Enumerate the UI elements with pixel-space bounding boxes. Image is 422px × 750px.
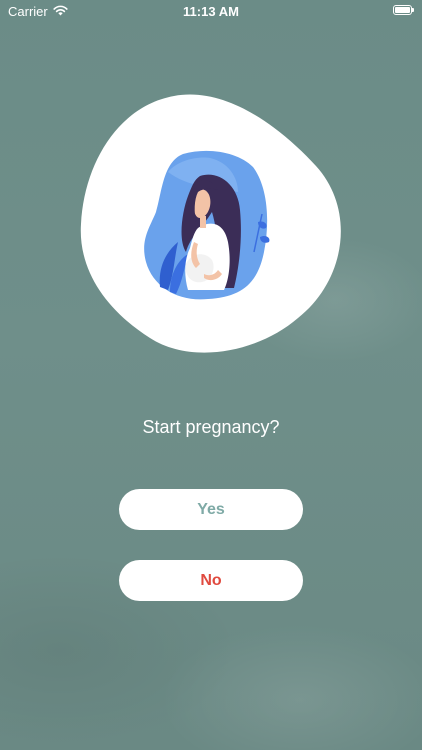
start-pregnancy-question: Start pregnancy? bbox=[142, 417, 280, 437]
no-button[interactable]: No bbox=[119, 560, 303, 601]
status-bar: Carrier 11:13 AM bbox=[0, 0, 422, 22]
yes-button-label: Yes bbox=[197, 500, 225, 518]
battery-icon bbox=[393, 5, 414, 15]
illustration-blob bbox=[78, 92, 346, 360]
no-button-label: No bbox=[200, 571, 222, 589]
status-time: 11:13 AM bbox=[183, 4, 239, 19]
yes-button[interactable]: Yes bbox=[119, 489, 303, 530]
pregnant-woman-illustration bbox=[80, 94, 341, 353]
